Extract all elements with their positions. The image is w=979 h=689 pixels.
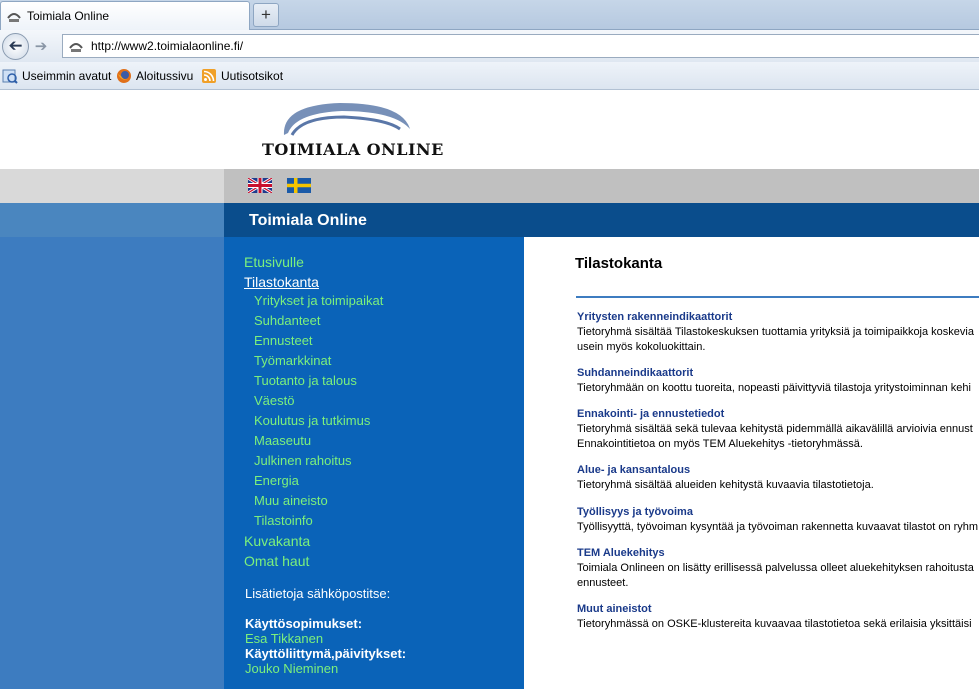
title-bar-left — [0, 203, 224, 237]
site-title: Toimiala Online — [249, 212, 367, 229]
nav-subitem[interactable]: Yritykset ja toimipaikat — [254, 293, 383, 308]
category-description: Tietoryhmä sisältää Tilastokeskuksen tuo… — [577, 326, 974, 338]
nav-subitem[interactable]: Koulutus ja tutkimus — [254, 413, 370, 428]
category-description: Tietoryhmässä on OSKE-klustereita kuvaav… — [577, 618, 972, 630]
nav-subitem[interactable]: Väestö — [254, 393, 294, 408]
swedish-flag-icon[interactable] — [287, 178, 311, 193]
category-description: Työllisyyttä, työvoiman kysyntää ja työv… — [577, 521, 979, 533]
category-description: Tietoryhmä sisältää sekä tulevaa kehitys… — [577, 423, 973, 435]
nav-subitem[interactable]: Tilastoinfo — [254, 513, 313, 528]
category-description: Tietoryhmään on koottu tuoreita, nopeast… — [577, 382, 971, 394]
browser-tab[interactable]: Toimiala Online — [0, 1, 250, 30]
nav-subitem[interactable]: Suhdanteet — [254, 313, 321, 328]
nav-link-kuvakanta[interactable]: Kuvakanta — [244, 533, 310, 549]
site-logo[interactable]: TOIMIALA ONLINE — [262, 99, 444, 165]
page-title: Tilastokanta — [575, 255, 663, 272]
contact-email-link[interactable]: Esa Tikkanen — [245, 631, 323, 646]
left-gutter — [0, 237, 224, 689]
category-description: Tietoryhmä sisältää alueiden kehitystä k… — [577, 479, 874, 491]
site-favicon-icon — [69, 43, 83, 52]
nav-link-omat-haut[interactable]: Omat haut — [244, 553, 309, 569]
bookmark-label: Useimmin avatut — [22, 69, 112, 83]
address-bar[interactable]: http://www2.toimialaonline.fi/ — [62, 34, 979, 58]
category-description: usein myös kokoluokittain. — [577, 341, 706, 353]
nav-subitem[interactable]: Tuotanto ja talous — [254, 373, 357, 388]
category-link[interactable]: Yritysten rakenneindikaattorit — [577, 311, 732, 323]
rss-feed-icon — [202, 69, 216, 83]
category-link[interactable]: Muut aineistot — [577, 603, 652, 615]
contact-email-link[interactable]: Jouko Nieminen — [245, 661, 338, 676]
heading-divider — [576, 296, 979, 298]
bookmark-label: Aloitussivu — [136, 69, 194, 83]
language-bar-left — [0, 169, 224, 203]
category-description: Ennakointitietoa on myös TEM Aluekehitys… — [577, 438, 863, 450]
contact-role: Käyttösopimukset: — [245, 616, 363, 631]
logo-arc-icon — [283, 103, 410, 136]
most-visited-icon — [2, 69, 18, 84]
category-link[interactable]: TEM Aluekehitys — [577, 547, 665, 559]
forward-button[interactable]: ➔ — [30, 37, 52, 57]
category-link[interactable]: Työllisyys ja työvoima — [577, 506, 693, 518]
category-description: ennusteet. — [577, 577, 629, 589]
tab-bar: Toimiala Online + — [0, 0, 979, 30]
url-text[interactable]: http://www2.toimialaonline.fi/ — [91, 39, 243, 53]
nav-subitem[interactable]: Ennusteet — [254, 333, 313, 348]
site-header: TOIMIALA ONLINE — [0, 91, 979, 169]
category-link[interactable]: Alue- ja kansantalous — [577, 464, 690, 476]
nav-subitem[interactable]: Energia — [254, 473, 299, 488]
new-tab-button[interactable]: + — [253, 3, 279, 27]
nav-link-etusivulle[interactable]: Etusivulle — [244, 254, 304, 270]
back-button[interactable]: ➔ — [2, 33, 29, 60]
nav-subitem[interactable]: Muu aineisto — [254, 493, 328, 508]
firefox-icon — [117, 69, 131, 83]
nav-subitem[interactable]: Työmarkkinat — [254, 353, 331, 368]
site-favicon-icon — [7, 13, 21, 22]
tab-title: Toimiala Online — [27, 9, 110, 23]
nav-subitem[interactable]: Julkinen rahoitus — [254, 453, 352, 468]
english-flag-icon[interactable] — [248, 178, 272, 193]
bookmark-label: Uutisotsikot — [221, 69, 284, 83]
left-navigation: Etusivulle Tilastokanta Yritykset ja toi… — [224, 237, 524, 689]
category-link[interactable]: Ennakointi- ja ennustetiedot — [577, 408, 724, 420]
contact-role: Käyttöliittymä,päivitykset: — [245, 646, 407, 661]
main-content: Tilastokanta Yritysten rakenneindikaatto… — [524, 237, 979, 689]
site-title-bar: Toimiala Online — [0, 203, 979, 237]
nav-link-tilastokanta[interactable]: Tilastokanta — [244, 274, 319, 290]
contact-info-label: Lisätietoja sähköpostitse: — [245, 586, 391, 601]
language-bar — [0, 169, 979, 203]
category-link[interactable]: Suhdanneindikaattorit — [577, 367, 693, 379]
logo-text: TOIMIALA ONLINE — [262, 140, 444, 159]
bookmarks-toolbar: Useimmin avatut Aloitussivu Uutisotsikot — [0, 62, 979, 90]
navigation-toolbar: ➔ ➔ http://www2.toimialaonline.fi/ — [0, 30, 979, 62]
nav-subitem[interactable]: Maaseutu — [254, 433, 311, 448]
category-description: Toimiala Onlineen on lisätty erillisessä… — [577, 562, 974, 574]
